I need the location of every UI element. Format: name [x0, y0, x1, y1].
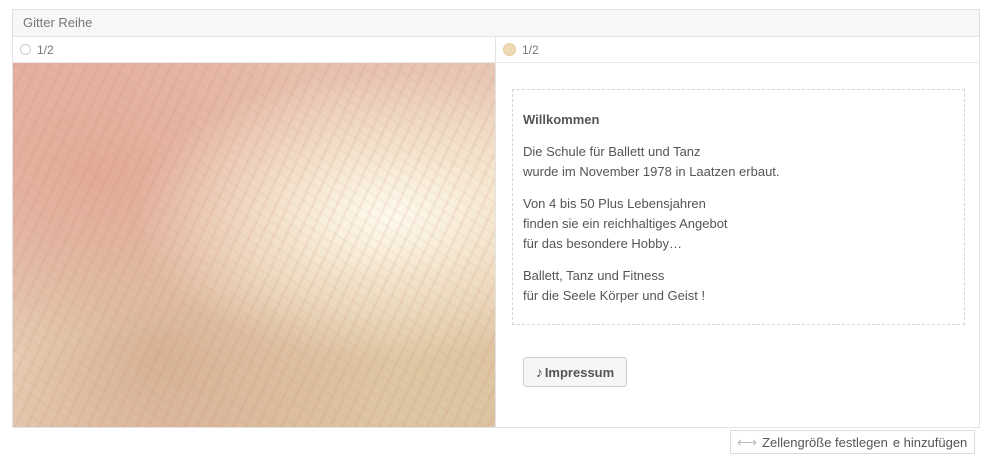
column-left-label: 1/2 [37, 42, 54, 57]
column-left-header[interactable]: 1/2 [13, 37, 495, 63]
grid-row: Gitter Reihe 1/2 1/2 Willkommen Die Schu… [12, 9, 980, 428]
set-cell-size-button[interactable]: ⟷ Zellengröße festlegen [730, 430, 895, 454]
headline: Willkommen [523, 112, 600, 127]
column-right-indicator-icon [503, 43, 516, 56]
paragraph-2-line-1: Von 4 bis 50 Plus Lebensjahren [523, 196, 706, 211]
column-left-indicator-icon [20, 44, 31, 55]
paragraph-3-line-2: für die Seele Körper und Geist ! [523, 288, 706, 303]
add-cell-label: e hinzufügen [892, 434, 968, 450]
column-right[interactable]: 1/2 Willkommen Die Schule für Ballett un… [496, 37, 979, 427]
set-cell-size-label: Zellengröße festlegen [762, 434, 888, 450]
column-right-header[interactable]: 1/2 [496, 37, 979, 63]
paragraph-3-line-1: Ballett, Tanz und Fitness [523, 268, 665, 283]
text-module[interactable]: Willkommen Die Schule für Ballett und Ta… [512, 89, 965, 325]
music-note-icon: ♪ [535, 364, 543, 380]
column-right-label: 1/2 [522, 42, 539, 57]
paragraph-1: Die Schule für Ballett und Tanz wurde im… [523, 142, 954, 182]
paragraph-3: Ballett, Tanz und Fitness für die Seele … [523, 266, 954, 306]
impressum-button-label: Impressum [544, 364, 615, 380]
paragraph-2-line-2: finden sie ein reichhaltiges Angebot [523, 216, 728, 231]
cell-toolbar: ⟷ Zellengröße festlegen e hinzufügen [730, 430, 975, 454]
column-left[interactable]: 1/2 [13, 37, 496, 427]
add-cell-button[interactable]: e hinzufügen [892, 430, 975, 454]
autumn-forest-image[interactable] [13, 63, 495, 427]
paragraph-2: Von 4 bis 50 Plus Lebensjahren finden si… [523, 194, 954, 254]
paragraph-2-line-3: für das besondere Hobby… [523, 236, 682, 251]
paragraph-1-line-1: Die Schule für Ballett und Tanz [523, 144, 701, 159]
row-title[interactable]: Gitter Reihe [13, 10, 979, 37]
paragraph-1-line-2: wurde im November 1978 in Laatzen erbaut… [523, 164, 780, 179]
impressum-button[interactable]: ♪ Impressum [523, 357, 627, 387]
horizontal-resize-icon: ⟷ [737, 433, 757, 450]
